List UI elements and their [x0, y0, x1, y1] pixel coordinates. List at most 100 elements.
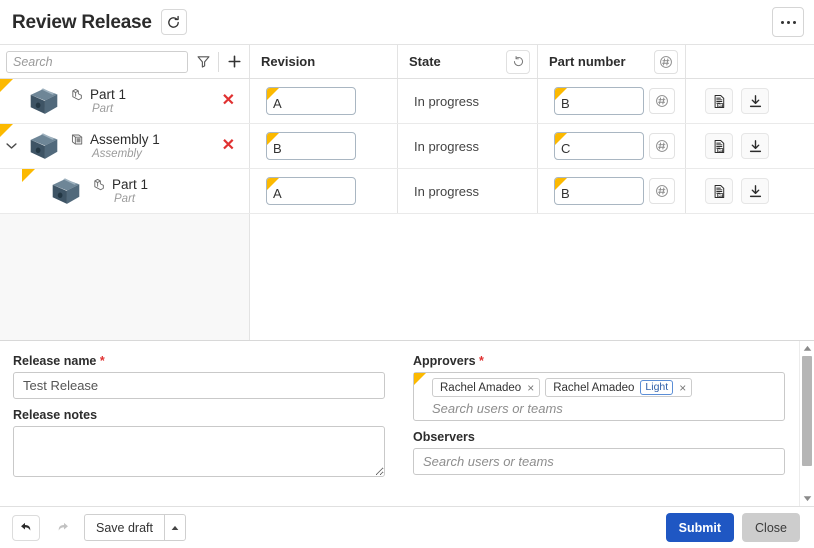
scroll-up-icon[interactable]	[800, 341, 814, 356]
download-icon[interactable]	[741, 178, 769, 204]
properties-icon[interactable]: On	[705, 88, 733, 114]
required-marker: *	[96, 354, 105, 368]
modified-corner-flag	[0, 79, 13, 92]
save-draft-button[interactable]: Save draft	[84, 514, 164, 541]
row-actions-cell: On	[686, 169, 814, 213]
revision-input[interactable]: A	[266, 177, 356, 205]
hash-generate-icon[interactable]	[649, 178, 675, 204]
delete-row-button[interactable]: ✕	[222, 138, 235, 154]
assembly-icon	[70, 132, 85, 147]
observers-input[interactable]: Search users or teams	[413, 448, 785, 475]
state-value: In progress	[414, 138, 480, 154]
refresh-icon[interactable]	[160, 9, 187, 35]
table-header-row: Revision State Part number	[0, 45, 814, 79]
row-name-block: Assembly 1 Assembly	[66, 132, 160, 160]
scrollbar-track[interactable]	[802, 356, 812, 491]
approver-chip-badge: Light	[640, 380, 674, 395]
part-icon	[92, 177, 107, 192]
table-row[interactable]: Assembly 1 Assembly ✕ B In progress C On	[0, 124, 814, 169]
close-button[interactable]: Close	[742, 513, 800, 542]
submit-button[interactable]: Submit	[665, 513, 734, 542]
revision-input[interactable]: A	[266, 87, 356, 115]
row-actions-cell: On	[686, 79, 814, 123]
row-name: Assembly 1	[90, 132, 160, 147]
column-header-state-label: State	[409, 54, 441, 69]
properties-icon[interactable]: On	[705, 178, 733, 204]
approver-chip[interactable]: Rachel Amadeo Light ×	[545, 378, 693, 397]
page-header: Review Release	[0, 0, 814, 44]
row-name-block: Part 1 Part	[66, 87, 126, 115]
modified-corner-flag	[414, 373, 426, 385]
row-type: Part	[92, 103, 114, 115]
row-type: Assembly	[92, 148, 142, 160]
column-header-part-number[interactable]: Part number	[538, 45, 686, 78]
more-options-icon[interactable]	[772, 7, 804, 37]
part-number-value: B	[561, 186, 570, 201]
download-icon[interactable]	[741, 88, 769, 114]
part-number-value: C	[561, 141, 571, 156]
caret-up-icon[interactable]	[163, 514, 186, 541]
chevron-down-icon[interactable]	[0, 142, 22, 150]
chip-remove-icon[interactable]: ×	[679, 381, 686, 395]
state-value: In progress	[414, 183, 480, 199]
hash-generate-icon[interactable]	[654, 49, 678, 74]
form-right-column: Approvers * Rachel Amadeo × Rachel Amadeo L…	[400, 354, 814, 506]
table-empty-rest	[250, 214, 814, 340]
row-part-number-cell: B	[538, 169, 686, 213]
release-notes-textarea[interactable]	[13, 426, 385, 477]
download-icon[interactable]	[741, 133, 769, 159]
release-name-label: Release name *	[13, 354, 105, 368]
revision-value: A	[273, 96, 282, 111]
approvers-token-box[interactable]: Rachel Amadeo × Rachel Amadeo Light × Search…	[413, 372, 785, 421]
row-name: Part 1	[90, 87, 127, 102]
approvers-search-placeholder[interactable]: Search users or teams	[420, 397, 778, 416]
table-row[interactable]: Part 1 Part ✕ A In progress B On	[0, 79, 814, 124]
column-header-state[interactable]: State	[398, 45, 538, 78]
row-thumbnail	[22, 127, 66, 165]
row-name-cell: Part 1 Part	[0, 169, 250, 213]
row-revision-cell: A	[250, 169, 398, 213]
part-number-value: B	[561, 96, 570, 111]
required-marker: *	[475, 354, 484, 368]
release-name-input[interactable]	[13, 372, 385, 399]
chip-remove-icon[interactable]: ×	[527, 381, 534, 395]
scroll-down-icon[interactable]	[800, 491, 814, 506]
rotate-state-icon[interactable]	[506, 49, 530, 74]
part-number-input[interactable]: C	[554, 132, 644, 160]
modified-corner-flag	[22, 169, 35, 182]
filter-icon[interactable]	[188, 54, 218, 69]
part-icon	[70, 87, 85, 102]
search-input[interactable]	[6, 50, 188, 73]
row-name-cell: Part 1 Part ✕	[0, 79, 250, 123]
undo-icon[interactable]	[12, 514, 40, 541]
hash-generate-icon[interactable]	[649, 88, 675, 114]
row-revision-cell: A	[250, 79, 398, 123]
row-name-cell: Assembly 1 Assembly ✕	[0, 124, 250, 168]
form-footer: Save draft Submit Close	[0, 506, 814, 548]
row-part-number-cell: B	[538, 79, 686, 123]
row-part-number-cell: C	[538, 124, 686, 168]
state-value: In progress	[414, 93, 480, 109]
svg-text:On: On	[718, 103, 722, 107]
column-header-revision-label: Revision	[261, 54, 316, 69]
plus-icon[interactable]	[219, 54, 249, 69]
form-scrollbar[interactable]	[799, 341, 814, 506]
revision-input[interactable]: B	[266, 132, 356, 160]
observers-label: Observers	[413, 430, 475, 444]
row-name: Part 1	[112, 177, 149, 192]
approvers-label: Approvers *	[413, 354, 484, 368]
row-name-block: Part 1 Part	[88, 177, 148, 205]
scrollbar-thumb[interactable]	[802, 356, 812, 466]
table-row[interactable]: Part 1 Part A In progress B On	[0, 169, 814, 214]
hash-generate-icon[interactable]	[649, 133, 675, 159]
properties-icon[interactable]: On	[705, 133, 733, 159]
part-number-input[interactable]: B	[554, 87, 644, 115]
row-revision-cell: B	[250, 124, 398, 168]
part-number-input[interactable]: B	[554, 177, 644, 205]
table-body: Part 1 Part ✕ A In progress B On Assembly 1 Asse…	[0, 79, 814, 214]
approver-chip[interactable]: Rachel Amadeo ×	[432, 378, 541, 397]
delete-row-button[interactable]: ✕	[222, 93, 235, 109]
release-notes-label: Release notes	[13, 408, 98, 422]
column-header-revision[interactable]: Revision	[250, 45, 398, 78]
row-thumbnail	[22, 82, 66, 120]
